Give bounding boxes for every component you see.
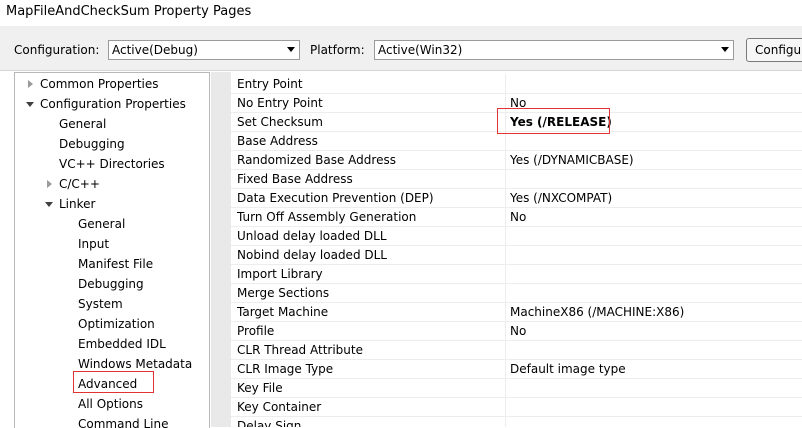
property-row-key-file[interactable]: Key File xyxy=(231,378,802,398)
tree-item-linker-command-line[interactable]: Command Line xyxy=(78,414,169,428)
tree-item-linker-debugging[interactable]: Debugging xyxy=(78,274,144,294)
property-row-base-address[interactable]: Base Address xyxy=(231,131,802,151)
column-divider xyxy=(505,359,506,378)
tree-item-linker-all-options[interactable]: All Options xyxy=(78,394,143,414)
column-divider xyxy=(505,378,506,397)
advanced-highlight-box xyxy=(73,371,154,393)
configuration-label: Configuration: xyxy=(14,43,100,57)
column-divider xyxy=(505,397,506,416)
column-divider xyxy=(505,188,506,207)
collapse-arrow-icon[interactable] xyxy=(26,102,34,107)
tree-item-linker-manifest-file[interactable]: Manifest File xyxy=(78,254,153,274)
column-divider xyxy=(505,416,506,427)
property-row-target-machine[interactable]: Target Machine MachineX86 (/MACHINE:X86) xyxy=(231,302,802,322)
property-row-dep[interactable]: Data Execution Prevention (DEP) Yes (/NX… xyxy=(231,188,802,208)
property-row-profile[interactable]: Profile No xyxy=(231,321,802,341)
expand-arrow-icon[interactable] xyxy=(47,180,52,188)
property-row-nobind-delay-loaded-dll[interactable]: Nobind delay loaded DLL xyxy=(231,245,802,265)
property-row-randomized-base-address[interactable]: Randomized Base Address Yes (/DYNAMICBAS… xyxy=(231,150,802,170)
column-divider xyxy=(505,321,506,340)
platform-dropdown[interactable]: Active(Win32) xyxy=(374,40,734,60)
window-titlebar: MapFileAndCheckSum Property Pages xyxy=(0,0,802,27)
column-divider xyxy=(505,207,506,226)
property-row-entry-point[interactable]: Entry Point xyxy=(231,74,802,94)
column-divider xyxy=(505,245,506,264)
configuration-bar: Configuration: Active(Debug) Platform: A… xyxy=(0,26,802,71)
configuration-manager-button[interactable]: Configu xyxy=(746,38,802,62)
tree-item-linker-general[interactable]: General xyxy=(78,214,125,234)
column-divider xyxy=(505,302,506,321)
property-row-clr-thread-attribute[interactable]: CLR Thread Attribute xyxy=(231,340,802,360)
window-title: MapFileAndCheckSum Property Pages xyxy=(6,4,252,19)
tree-item-linker-input[interactable]: Input xyxy=(78,234,109,254)
configuration-value: Active(Debug) xyxy=(112,43,198,57)
tree-item-linker-embedded-idl[interactable]: Embedded IDL xyxy=(78,334,166,354)
chevron-down-icon xyxy=(287,47,295,52)
category-gutter xyxy=(211,72,231,427)
expand-arrow-icon[interactable] xyxy=(28,80,33,88)
property-row-merge-sections[interactable]: Merge Sections xyxy=(231,283,802,303)
column-divider xyxy=(505,74,506,93)
tree-item-linker-system[interactable]: System xyxy=(78,294,123,314)
property-row-turn-off-assembly-generation[interactable]: Turn Off Assembly Generation No xyxy=(231,207,802,227)
property-row-fixed-base-address[interactable]: Fixed Base Address xyxy=(231,169,802,189)
property-row-delay-sign[interactable]: Delay Sign xyxy=(231,416,802,427)
property-row-unload-delay-loaded-dll[interactable]: Unload delay loaded DLL xyxy=(231,226,802,246)
collapse-arrow-icon[interactable] xyxy=(45,202,53,207)
tree-item-debugging[interactable]: Debugging xyxy=(59,134,125,154)
column-divider xyxy=(505,150,506,169)
property-tree: Common Properties Configuration Properti… xyxy=(14,72,210,428)
column-divider xyxy=(505,169,506,188)
column-divider xyxy=(505,340,506,359)
platform-label: Platform: xyxy=(310,43,365,57)
property-grid: Entry Point No Entry Point No Set Checks… xyxy=(211,72,802,427)
platform-value: Active(Win32) xyxy=(378,43,463,57)
tree-item-vc-directories[interactable]: VC++ Directories xyxy=(59,154,165,174)
configuration-dropdown[interactable]: Active(Debug) xyxy=(108,40,300,60)
column-divider xyxy=(505,226,506,245)
property-row-import-library[interactable]: Import Library xyxy=(231,264,802,284)
tree-item-linker-optimization[interactable]: Optimization xyxy=(78,314,155,334)
column-divider xyxy=(505,264,506,283)
set-checksum-highlight-box xyxy=(497,108,610,134)
tree-item-general[interactable]: General xyxy=(59,114,106,134)
property-row-key-container[interactable]: Key Container xyxy=(231,397,802,417)
property-row-clr-image-type[interactable]: CLR Image Type Default image type xyxy=(231,359,802,379)
chevron-down-icon xyxy=(721,47,729,52)
column-divider xyxy=(505,283,506,302)
